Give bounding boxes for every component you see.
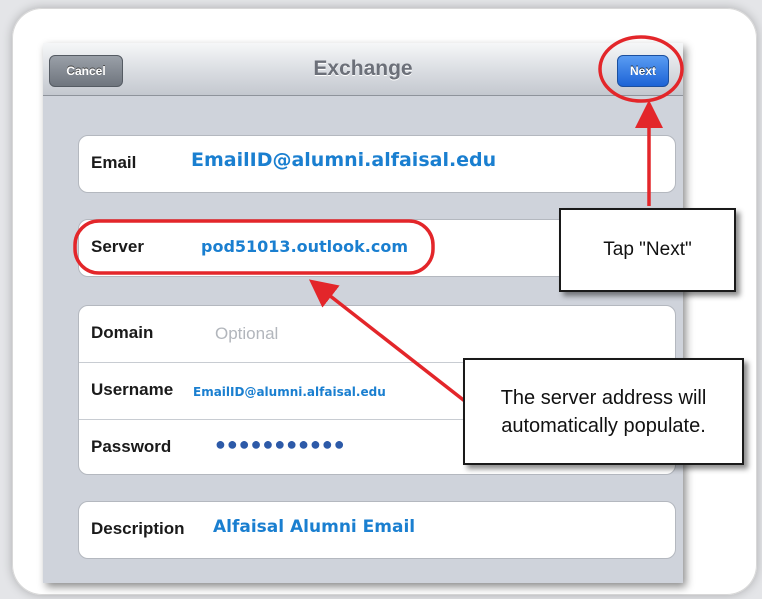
tap-next-callout: Tap "Next" [559,208,736,292]
server-label: Server [91,237,144,256]
description-field[interactable]: Alfaisal Alumni Email [209,515,420,539]
server-note-callout: The server address will automatically po… [463,358,744,465]
email-group: Email EmailID@alumni.alfaisal.edu [78,135,676,193]
description-group: Description Alfaisal Alumni Email [78,501,676,559]
username-label: Username [91,380,174,399]
email-row[interactable]: Email EmailID@alumni.alfaisal.edu [79,136,675,192]
server-note-line2: automatically populate. [501,414,706,437]
domain-row[interactable]: Domain Optional [79,306,675,363]
domain-field[interactable]: Optional [215,324,278,344]
navigation-bar: Cancel Exchange Next [43,43,683,96]
password-field[interactable]: ●●●●●●●●●●● [215,434,346,455]
description-label: Description [91,519,185,538]
username-field[interactable]: EmailID@alumni.alfaisal.edu [189,383,390,401]
password-label: Password [91,437,172,456]
server-field[interactable]: pod51013.outlook.com [197,235,413,258]
domain-label: Domain [91,323,154,342]
server-note-line1: The server address will [500,386,707,409]
description-row[interactable]: Description Alfaisal Alumni Email [79,502,675,558]
email-field[interactable]: EmailID@alumni.alfaisal.edu [187,147,501,173]
next-button[interactable]: Next [617,55,669,87]
email-label: Email [91,153,137,172]
exchange-settings-screen: Cancel Exchange Next Email EmailID@alumn… [43,43,683,583]
page-title: Exchange [313,57,413,80]
